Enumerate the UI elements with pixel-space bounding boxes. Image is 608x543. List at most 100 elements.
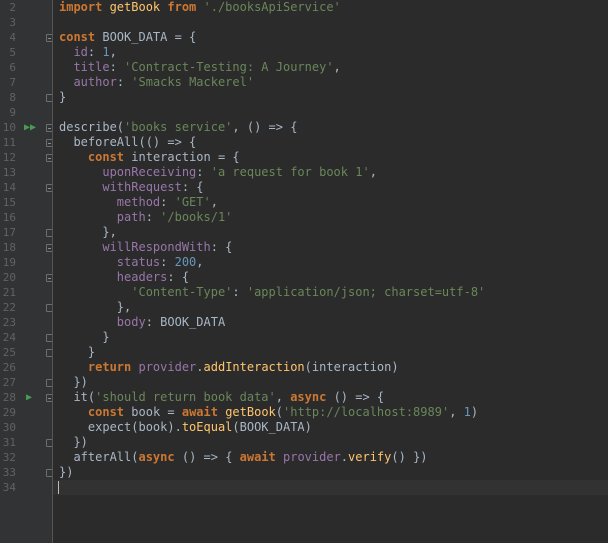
code-line[interactable]: }) [59,375,88,390]
code-token: , () => { [232,120,298,134]
code-line[interactable]: const book = await getBook('http://local… [59,405,478,420]
code-line[interactable]: it('should return book data', async () =… [59,390,384,405]
code-area[interactable]: import getBook from './booksApiService' c… [53,0,608,543]
line-number: 28 [2,391,16,404]
line-number: 5 [9,46,16,59]
line-number: 12 [2,151,16,164]
code-line[interactable]: afterAll(async () => { await provider.ve… [59,450,428,465]
run-all-icon[interactable]: ▶▶ [24,120,36,135]
code-token: , [449,405,464,419]
code-line[interactable]: path: '/books/1' [59,210,233,225]
line-number: 33 [2,466,16,479]
code-line[interactable]: headers: { [59,270,189,285]
line-number: 7 [9,76,16,89]
code-line[interactable]: const interaction = { [59,150,240,165]
code-line[interactable]: author: 'Smacks Mackerel' [59,75,254,90]
code-token: : { [210,240,233,254]
code-token: }) [59,375,88,389]
code-line[interactable]: } [59,330,109,345]
code-token: id [73,45,88,59]
line-number: 34 [2,481,16,494]
code-token: 'should return book data' [95,390,276,404]
code-token: 'Content-Type' [131,285,233,299]
code-line[interactable]: status: 200, [59,255,204,270]
code-line[interactable]: method: 'GET', [59,195,218,210]
code-line[interactable]: const BOOK_DATA = { [59,30,196,45]
code-token: '/books/1' [160,210,233,224]
code-token: 'GET' [174,195,211,209]
line-number: 23 [2,316,16,329]
code-token: toEqual [181,420,233,434]
code-token: BOOK_DATA = { [102,30,197,44]
code-line[interactable]: uponReceiving: 'a request for book 1', [59,165,377,180]
code-token: expect(book). [59,420,182,434]
line-number: 10 [2,121,16,134]
line-number: 27 [2,376,16,389]
code-token: withRequest [102,180,182,194]
code-editor[interactable]: 2 3 4 5 6 7 8 9 10 ▶▶ 11 12 13 14 15 16 17 18 19 20 21 22 23 24… [0,0,608,543]
line-number: 6 [9,61,16,74]
code-token: path [116,210,146,224]
code-token: (interaction) [304,360,399,374]
line-number: 19 [2,256,16,269]
code-token: getBook [109,0,168,14]
code-token: : { [181,180,204,194]
code-token: . [340,450,349,464]
code-token: : [232,285,247,299]
code-line[interactable]: expect(book).toEqual(BOOK_DATA) [59,420,312,435]
code-line[interactable]: describe('books service', () => { [59,120,297,135]
line-number: 32 [2,451,16,464]
code-line[interactable]: id: 1, [59,45,117,60]
code-line[interactable]: }) [59,465,73,480]
run-test-icon[interactable]: ▶ [26,390,32,405]
code-token: }, [59,300,132,314]
code-token: 'Contract-Testing: A Journey' [124,60,334,74]
code-token: : [145,210,161,224]
code-line[interactable]: 'Content-Type': 'application/json; chars… [59,285,485,300]
code-token: , [196,255,204,269]
code-line[interactable]: }) [59,435,88,450]
code-token: const [87,405,132,419]
code-token: headers [116,270,168,284]
code-token: 'application/json; charset=utf-8' [246,285,486,299]
line-number: 11 [2,136,16,149]
code-line[interactable]: withRequest: { [59,180,204,195]
code-line[interactable]: import getBook from './booksApiService' [59,0,341,15]
line-number: 17 [2,226,16,239]
line-number: 22 [2,301,16,314]
code-token: './booksApiService' [203,0,341,14]
code-line[interactable]: } [59,345,95,360]
code-token: : [109,60,125,74]
code-line[interactable]: }, [59,300,131,315]
code-token: () }) [391,450,428,464]
code-token: , [109,45,117,59]
code-token: () => { [333,390,385,404]
code-token: , [275,390,291,404]
code-token: : [160,255,175,269]
code-line[interactable]: body: BOOK_DATA [59,315,225,330]
code-token: title [73,60,110,74]
code-line[interactable]: title: 'Contract-Testing: A Journey', [59,60,340,75]
code-token: (BOOK_DATA) [232,420,312,434]
code-token: }) [59,435,88,449]
code-token: async [138,450,182,464]
code-token: : { [167,270,190,284]
code-token: provider [138,360,197,374]
code-line[interactable]: return provider.addInteraction(interacti… [59,360,399,375]
code-line[interactable]: }, [59,225,116,240]
code-line[interactable]: } [59,90,66,105]
line-number: 15 [2,196,16,209]
code-token: interaction = { [131,150,240,164]
line-number: 31 [2,436,16,449]
code-token: author [73,75,117,89]
code-token: 1 [102,45,110,59]
code-line[interactable]: beforeAll(() => { [59,135,196,150]
text-caret [58,481,59,494]
code-line[interactable]: willRespondWith: { [59,240,232,255]
code-token: ( [275,405,284,419]
